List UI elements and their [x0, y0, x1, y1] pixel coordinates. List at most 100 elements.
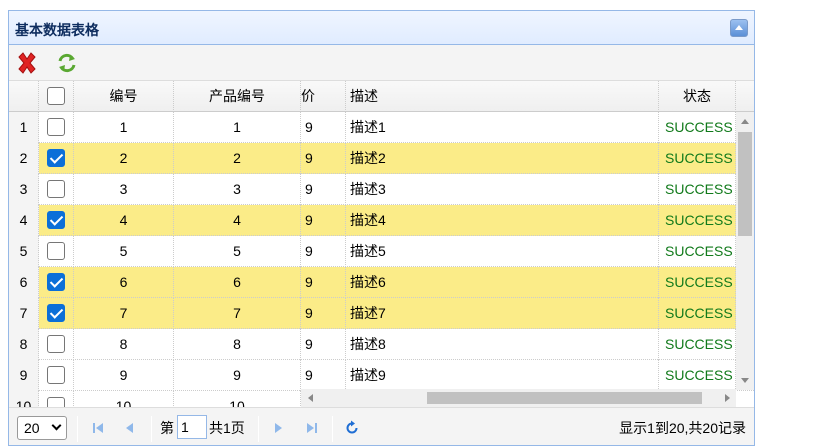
- cell-id: 1: [74, 112, 174, 143]
- row-checkbox-cell: [39, 360, 74, 391]
- row-number: 10: [9, 391, 39, 407]
- row-number: 4: [9, 205, 39, 236]
- horizontal-scrollbar[interactable]: [301, 389, 736, 407]
- last-page-icon[interactable]: [303, 419, 321, 437]
- chevron-down-icon: [51, 420, 62, 431]
- cell-status: SUCCESS: [659, 267, 736, 298]
- row-number: 5: [9, 236, 39, 267]
- row-checkbox[interactable]: [47, 211, 65, 229]
- cell-price: 9: [301, 112, 346, 143]
- scroll-down-icon[interactable]: [741, 378, 749, 383]
- cell-desc: 描述2: [346, 143, 659, 174]
- cell-desc: 描述4: [346, 205, 659, 236]
- cell-product-id: 8: [174, 329, 301, 360]
- scroll-right-icon[interactable]: [725, 394, 730, 402]
- cell-desc: 描述5: [346, 236, 659, 267]
- row-checkbox[interactable]: [47, 273, 65, 291]
- cell-status: SUCCESS: [659, 205, 736, 236]
- scroll-left-icon[interactable]: [308, 394, 313, 402]
- refresh-button[interactable]: [55, 51, 79, 75]
- select-all-checkbox[interactable]: [47, 87, 65, 105]
- cell-product-id: 6: [174, 267, 301, 298]
- cell-desc: 描述9: [346, 360, 659, 391]
- row-checkbox-cell: [39, 112, 74, 143]
- header-product-id[interactable]: 产品编号: [174, 81, 301, 112]
- cell-desc: 描述1: [346, 112, 659, 143]
- vertical-scroll-thumb[interactable]: [738, 132, 752, 236]
- prev-page-icon[interactable]: [121, 419, 139, 437]
- panel-title: 基本数据表格: [15, 22, 99, 38]
- header-checkall: [39, 81, 74, 112]
- horizontal-scroll-thumb[interactable]: [427, 392, 702, 404]
- vertical-scrollbar[interactable]: [736, 112, 754, 390]
- cell-price: 9: [301, 329, 346, 360]
- grid-body: 1 1 1 9 描述1 SUCCESS 2 2 2 9 描述2 SUCCESS 3 3 3 9 描述3 SUCCE…: [9, 112, 754, 407]
- table-row[interactable]: 3 3 3 9 描述3 SUCCESS: [9, 174, 754, 205]
- cell-product-id: 1: [174, 112, 301, 143]
- row-number: 8: [9, 329, 39, 360]
- pager-separator: [77, 416, 78, 442]
- toolbar: [9, 45, 754, 81]
- header-desc[interactable]: 描述: [346, 81, 659, 112]
- cell-desc: 描述7: [346, 298, 659, 329]
- row-checkbox-cell: [39, 267, 74, 298]
- pager-info: 显示1到20,共20记录: [619, 420, 746, 436]
- pager-separator: [151, 416, 152, 442]
- scroll-up-icon[interactable]: [741, 119, 749, 124]
- page-size-select[interactable]: 20: [17, 416, 67, 440]
- row-checkbox[interactable]: [47, 118, 65, 136]
- cell-product-id: 9: [174, 360, 301, 391]
- table-row[interactable]: 6 6 6 9 描述6 SUCCESS: [9, 267, 754, 298]
- table-row[interactable]: 4 4 4 9 描述4 SUCCESS: [9, 205, 754, 236]
- cell-id: 5: [74, 236, 174, 267]
- header-id[interactable]: 编号: [74, 81, 174, 112]
- cell-price: 9: [301, 174, 346, 205]
- row-checkbox[interactable]: [47, 149, 65, 167]
- row-checkbox-cell: [39, 329, 74, 360]
- first-page-icon[interactable]: [89, 419, 107, 437]
- table-row[interactable]: 7 7 7 9 描述7 SUCCESS: [9, 298, 754, 329]
- table-row[interactable]: 8 8 8 9 描述8 SUCCESS: [9, 329, 754, 360]
- header-status[interactable]: 状态: [659, 81, 736, 112]
- table-row[interactable]: 1 1 1 9 描述1 SUCCESS: [9, 112, 754, 143]
- panel-header: 基本数据表格: [9, 11, 754, 45]
- reload-icon[interactable]: [343, 419, 361, 437]
- cell-id: 3: [74, 174, 174, 205]
- cell-id: 9: [74, 360, 174, 391]
- row-checkbox[interactable]: [47, 180, 65, 198]
- cell-status: SUCCESS: [659, 143, 736, 174]
- cell-status: SUCCESS: [659, 174, 736, 205]
- header-price[interactable]: 价: [301, 81, 346, 112]
- row-checkbox-cell: [39, 236, 74, 267]
- table-row[interactable]: 2 2 2 9 描述2 SUCCESS: [9, 143, 754, 174]
- row-checkbox[interactable]: [47, 304, 65, 322]
- cell-product-id: 4: [174, 205, 301, 236]
- row-checkbox[interactable]: [47, 397, 65, 407]
- cell-product-id: 2: [174, 143, 301, 174]
- cell-price: 9: [301, 236, 346, 267]
- cell-price: 9: [301, 267, 346, 298]
- row-checkbox[interactable]: [47, 366, 65, 384]
- table-row[interactable]: 9 9 9 9 描述9 SUCCESS: [9, 360, 754, 391]
- row-number: 3: [9, 174, 39, 205]
- collapse-icon[interactable]: [730, 19, 748, 37]
- cell-id: 4: [74, 205, 174, 236]
- pager-separator: [332, 416, 333, 442]
- cell-product-id: 7: [174, 298, 301, 329]
- next-page-icon[interactable]: [269, 419, 287, 437]
- cell-price: 9: [301, 205, 346, 236]
- page-size-value: 20: [24, 420, 40, 436]
- cell-status: SUCCESS: [659, 360, 736, 391]
- delete-button[interactable]: [15, 51, 39, 75]
- page-number-input[interactable]: 1: [177, 415, 207, 439]
- page-total: 共1页: [209, 420, 245, 436]
- datagrid-panel: 基本数据表格 编号 产品编号 价 描述 状态 1 1 1 9 描述1 SUCCESS 2 2 2: [8, 10, 755, 446]
- row-checkbox[interactable]: [47, 242, 65, 260]
- cell-id: 8: [74, 329, 174, 360]
- cell-status: SUCCESS: [659, 298, 736, 329]
- cell-price: 9: [301, 143, 346, 174]
- row-number: 7: [9, 298, 39, 329]
- table-row[interactable]: 5 5 5 9 描述5 SUCCESS: [9, 236, 754, 267]
- row-number: 6: [9, 267, 39, 298]
- row-checkbox[interactable]: [47, 335, 65, 353]
